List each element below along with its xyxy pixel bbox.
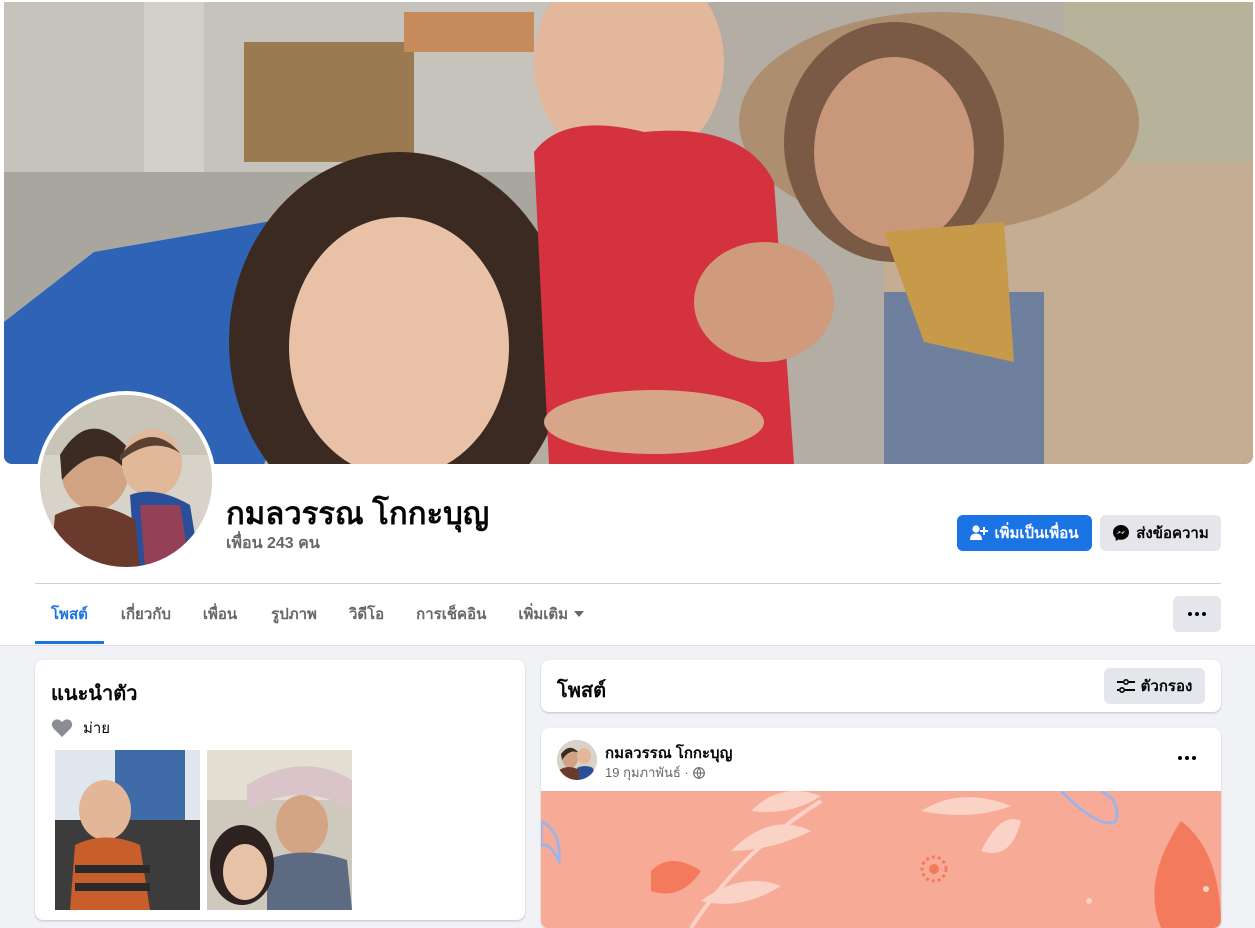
posts-title: โพสต์ [557, 680, 607, 702]
profile-avatar[interactable] [36, 391, 216, 571]
cover-photo[interactable] [4, 2, 1253, 464]
post-author-avatar[interactable] [557, 740, 597, 780]
featured-photo-image [207, 750, 352, 910]
post-card: กมลวรรณ โกกะบุญ 19 กุมภาพันธ์ · [541, 728, 1221, 928]
heart-icon [51, 719, 73, 737]
tab-photos[interactable]: รูปภาพ [253, 584, 333, 644]
post-date[interactable]: 19 กุมภาพันธ์ · [605, 762, 689, 783]
globe-icon [692, 766, 705, 779]
tab-posts-label: โพสต์ [51, 606, 88, 623]
tab-posts[interactable]: โพสต์ [35, 584, 104, 644]
relationship-status: ม่าย [83, 720, 111, 737]
profile-more-button[interactable] [1173, 596, 1221, 632]
tab-videos-label: วิดีโอ [348, 606, 385, 623]
profile-avatar-image [40, 395, 212, 567]
tab-friends-label: เพื่อน [202, 606, 238, 623]
posts-header-card: โพสต์ ตัวกรอง [541, 660, 1221, 712]
add-friend-label: เพิ่มเป็นเพื่อน [994, 525, 1079, 542]
relationship-row: ม่าย [51, 716, 110, 740]
more-dots-icon [1178, 756, 1196, 760]
tab-friends[interactable]: เพื่อน [187, 584, 253, 644]
cover-photo-image [4, 2, 1253, 464]
filter-icon [1116, 679, 1135, 693]
add-friend-button[interactable]: เพิ่มเป็นเพื่อน [957, 515, 1092, 551]
message-label: ส่งข้อความ [1136, 525, 1209, 542]
featured-photo[interactable] [55, 750, 200, 910]
featured-photo[interactable] [207, 750, 352, 910]
post-background-pattern [541, 791, 1221, 928]
friend-count[interactable]: เพื่อน 243 คน [226, 531, 320, 556]
tab-more-label: เพิ่มเติม [518, 606, 569, 623]
intro-title: แนะนำตัว [51, 683, 138, 705]
message-button[interactable]: ส่งข้อความ [1100, 515, 1221, 551]
profile-header: กมลวรรณ โกกะบุญ เพื่อน 243 คน เพิ่มเป็นเ… [0, 0, 1255, 646]
add-friend-icon [970, 525, 989, 540]
tab-checkins-label: การเช็คอิน [416, 606, 487, 623]
dropdown-arrow-icon [574, 611, 585, 617]
tab-videos[interactable]: วิดีโอ [333, 584, 400, 644]
filter-button[interactable]: ตัวกรอง [1104, 668, 1205, 704]
post-author-avatar-image [557, 740, 597, 780]
tab-photos-label: รูปภาพ [271, 606, 317, 623]
filter-label: ตัวกรอง [1140, 678, 1193, 695]
profile-tabs: โพสต์ เกี่ยวกับ เพื่อน รูปภาพ วิดีโอ การ… [35, 584, 600, 644]
intro-card: แนะนำตัว ม่าย [35, 660, 525, 920]
featured-photo-image [55, 750, 200, 910]
tab-more[interactable]: เพิ่มเติม [502, 584, 600, 644]
tab-checkins[interactable]: การเช็คอิน [400, 584, 502, 644]
messenger-icon [1113, 525, 1130, 541]
more-dots-icon [1188, 612, 1206, 616]
tab-about-label: เกี่ยวกับ [120, 606, 171, 623]
post-meta: 19 กุมภาพันธ์ · [605, 762, 705, 783]
tab-about[interactable]: เกี่ยวกับ [104, 584, 187, 644]
post-options-button[interactable] [1171, 746, 1203, 770]
post-background-image[interactable] [541, 791, 1221, 928]
